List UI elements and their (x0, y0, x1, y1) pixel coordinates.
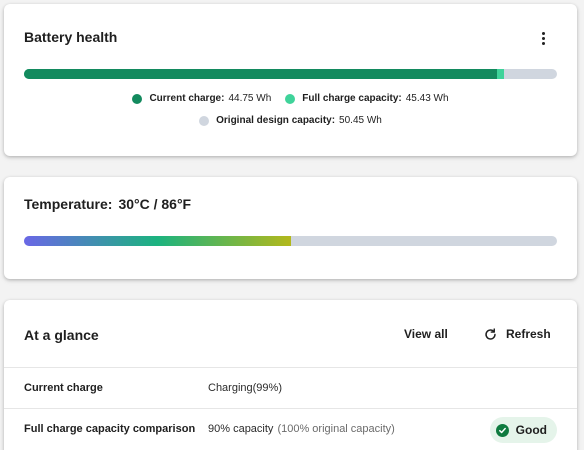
legend-dot-icon (199, 115, 210, 126)
legend-label: Original design capacity: (216, 115, 336, 126)
legend-full-charge-capacity: Full charge capacity: 45.43 Wh (285, 93, 449, 104)
legend-value: 44.75 Wh (228, 93, 272, 104)
battery-health-title: Battery health (24, 29, 118, 45)
table-row: Full charge capacity comparison 90% capa… (4, 408, 577, 449)
legend-original-design-capacity: Original design capacity: 50.45 Wh (199, 115, 382, 126)
legend-value: 45.43 Wh (405, 93, 449, 104)
temperature-title: Temperature: 30°C / 86°F (24, 196, 191, 212)
legend-current-charge: Current charge: 44.75 Wh (132, 93, 271, 104)
row-value: Charging(99%) (208, 382, 282, 394)
row-value: 90% capacity (208, 423, 274, 435)
temperature-bar (24, 236, 557, 246)
at-a-glance-title: At a glance (24, 327, 99, 343)
more-vertical-icon[interactable] (535, 28, 551, 48)
current-charge-segment (24, 69, 497, 79)
status-badge: Good (489, 417, 557, 443)
temperature-bar-fill (24, 236, 291, 246)
row-value-container: 90% capacity (100% original capacity) (208, 423, 395, 435)
legend-dot-icon (285, 93, 296, 104)
row-label: Full charge capacity comparison (24, 423, 196, 435)
temperature-label: Temperature: (24, 196, 113, 212)
at-a-glance-card: At a glance View all Refresh Current cha… (4, 300, 577, 450)
row-value-note: (100% original capacity) (277, 423, 395, 435)
legend-label: Full charge capacity: (302, 93, 402, 104)
temperature-value: 30°C / 86°F (118, 196, 192, 212)
status-text: Good (515, 423, 547, 437)
legend-label: Current charge: (149, 93, 225, 104)
refresh-label: Refresh (506, 327, 551, 341)
view-all-button[interactable]: View all (404, 320, 448, 348)
legend-dot-icon (132, 93, 143, 104)
legend-value: 50.45 Wh (339, 115, 382, 126)
row-label: Current charge (24, 382, 103, 394)
refresh-button[interactable]: Refresh (484, 320, 551, 348)
battery-capacity-bar (24, 69, 557, 79)
battery-health-card: Battery health Current charge: 44.75 Wh … (4, 4, 577, 156)
check-circle-icon (495, 423, 509, 437)
table-row: Current charge Charging(99%) (4, 367, 577, 408)
temperature-card: Temperature: 30°C / 86°F (4, 177, 577, 279)
refresh-icon (485, 327, 496, 340)
